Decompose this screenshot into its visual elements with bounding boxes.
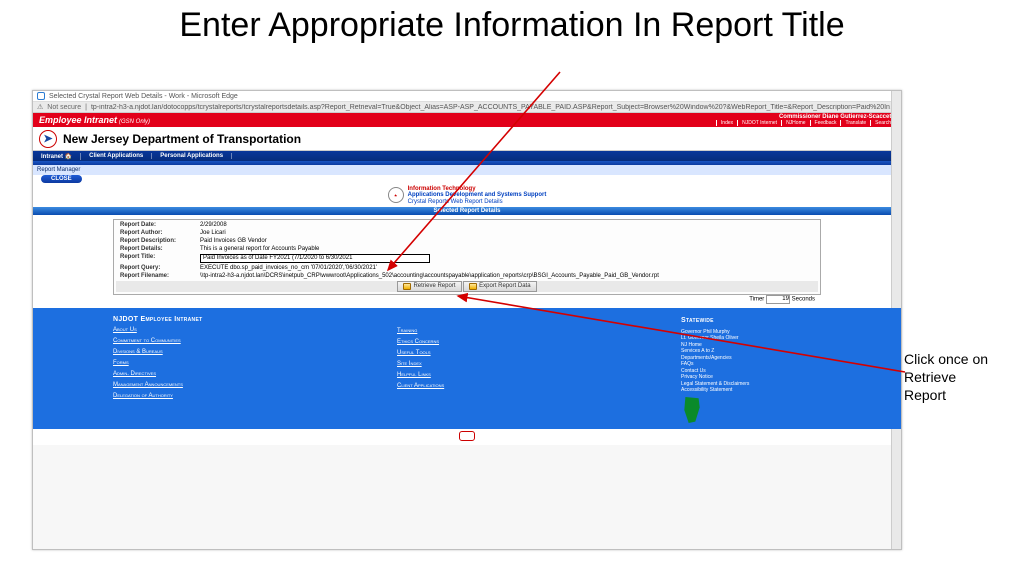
footer-link[interactable]: Helpful Links <box>397 372 651 378</box>
link-internet[interactable]: NJDOT Internet <box>737 120 781 126</box>
val-date: 2/29/2008 <box>196 222 818 228</box>
export-report-button[interactable]: Export Report Data <box>463 281 536 292</box>
section-bar: Selected Report Details <box>33 207 901 215</box>
app-name: Employee Intranet <box>39 115 117 125</box>
val-author: Joe Licari <box>196 230 818 236</box>
nav-intranet[interactable]: Intranet 🏠 <box>33 153 81 160</box>
statewide-heading: Statewide <box>681 316 821 325</box>
footer-link[interactable]: About Us <box>113 327 367 333</box>
url-text: tp-intra2-h3-a.njdot.lan/dotocopps/tcrys… <box>91 104 897 111</box>
footer: NJDOT Employee Intranet About Us Commitm… <box>33 308 901 430</box>
gsn-label: (GSN Only) <box>119 119 150 125</box>
lbl-title: Report Title: <box>116 254 194 263</box>
val-query: EXECUTE dbo.sp_paid_invoices_no_cm '07/0… <box>196 265 818 271</box>
timer-label: Timer <box>749 296 764 302</box>
dept-header: ➤ New Jersey Department of Transportatio… <box>33 127 901 151</box>
footer-link[interactable]: Useful Tools <box>397 350 651 356</box>
link-index[interactable]: Index <box>716 120 737 126</box>
footer-link[interactable]: Ethics Concerns <box>397 339 651 345</box>
footer-link[interactable]: Commitment to Communities <box>113 338 367 344</box>
timer-unit: Seconds <box>792 296 815 302</box>
retrieve-icon <box>403 283 411 290</box>
retrieve-label: Retrieve Report <box>413 283 455 289</box>
footer-link[interactable]: Divisions & Bureaus <box>113 349 367 355</box>
val-file: \\tp-intra2-h3-a.njdot.lan\DCRS\inetpub_… <box>196 273 818 279</box>
lbl-date: Report Date: <box>116 222 194 228</box>
footer-link[interactable]: Training <box>397 328 651 334</box>
statewide-item[interactable]: Accessibility Statement <box>681 387 821 394</box>
primary-nav: Intranet 🏠 Client Applications Personal … <box>33 151 901 161</box>
footer-link[interactable]: Delegation of Authority <box>113 393 367 399</box>
nav-client-apps[interactable]: Client Applications <box>81 153 152 159</box>
footer-bottom <box>33 429 901 445</box>
footer-link[interactable]: Site Index <box>397 361 651 367</box>
report-manager-row: Report Manager <box>33 165 901 175</box>
footer-link[interactable]: Forms <box>113 360 367 366</box>
timer-value[interactable] <box>766 295 790 304</box>
slide-title: Enter Appropriate Information In Report … <box>0 6 1024 45</box>
footer-heading: NJDOT Employee Intranet <box>113 316 367 323</box>
footer-link[interactable]: Client Applications <box>397 383 651 389</box>
window-titlebar: Selected Crystal Report Web Details - Wo… <box>33 91 901 102</box>
lbl-desc: Report Description: <box>116 238 194 244</box>
nj-state-icon <box>681 397 703 423</box>
close-button[interactable]: CLOSE <box>41 175 82 183</box>
link-njhome[interactable]: NJHome <box>781 120 809 126</box>
top-links: IndexNJDOT InternetNJHomeFeedbackTransla… <box>716 121 895 127</box>
report-title-input[interactable] <box>200 254 430 263</box>
footer-link[interactable]: Management Announcements <box>113 382 367 388</box>
it-header: ⋆ Information Technology Applications De… <box>33 183 901 207</box>
edge-icon <box>37 92 45 100</box>
njdot-logo-icon: ➤ <box>39 130 57 148</box>
warning-icon: ⚠ <box>37 103 43 111</box>
lbl-details: Report Details: <box>116 246 194 252</box>
footer-link[interactable]: Admin. Directives <box>113 371 367 377</box>
annotation-retrieve: Click once on Retrieve Report <box>904 350 996 405</box>
embedded-screenshot: Selected Crystal Report Web Details - Wo… <box>32 90 902 550</box>
report-manager-label: Report Manager <box>37 167 80 173</box>
lbl-author: Report Author: <box>116 230 194 236</box>
retrieve-report-button[interactable]: Retrieve Report <box>397 281 461 292</box>
dept-name: New Jersey Department of Transportation <box>63 132 301 146</box>
it-logo-icon: ⋆ <box>388 187 404 203</box>
it-line2: Applications Development and Systems Sup… <box>408 192 547 198</box>
footer-logo-icon <box>459 431 475 441</box>
export-label: Export Report Data <box>479 283 530 289</box>
timer-row: Timer Seconds <box>113 295 821 306</box>
address-bar[interactable]: ⚠ Not secure | tp-intra2-h3-a.njdot.lan/… <box>33 102 901 113</box>
window-title: Selected Crystal Report Web Details - Wo… <box>49 93 238 100</box>
val-desc: Paid Invoices GB Vendor <box>196 238 818 244</box>
not-secure-label: Not secure <box>47 104 81 111</box>
lbl-file: Report Filename: <box>116 273 194 279</box>
report-details-table: Report Date:2/29/2008 Report Author:Joe … <box>113 219 821 295</box>
nav-personal-apps[interactable]: Personal Applications <box>152 153 232 159</box>
link-translate[interactable]: Translate <box>840 120 870 126</box>
it-line3: Crystal Reports Web Report Details <box>408 199 547 205</box>
lbl-query: Report Query: <box>116 265 194 271</box>
export-icon <box>469 283 477 290</box>
val-details: This is a general report for Accounts Pa… <box>196 246 818 252</box>
link-feedback[interactable]: Feedback <box>810 120 841 126</box>
intranet-banner: Employee Intranet (GSN Only) Commissione… <box>33 113 901 127</box>
